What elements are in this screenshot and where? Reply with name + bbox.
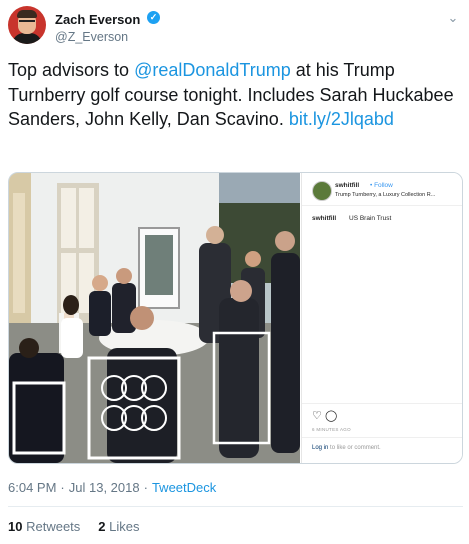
follow-button[interactable]: • Follow (370, 182, 393, 189)
chevron-down-icon[interactable]: ⌄ (445, 10, 461, 26)
tweet-date[interactable]: Jul 13, 2018 (69, 480, 140, 495)
instagram-panel: swhitfill • Follow Trump Turnberry, a Lu… (301, 173, 462, 463)
verified-badge-icon: ✓ (147, 11, 160, 24)
likes-stat[interactable]: 2 Likes (98, 519, 139, 534)
avatar-hair (17, 10, 37, 18)
source-link[interactable]: TweetDeck (152, 480, 216, 495)
caption-text: US Brain Trust (349, 215, 392, 222)
avatar-body (12, 33, 42, 44)
tweet-header: Zach Everson ✓ @Z_Everson ⌄ (8, 6, 463, 50)
comment-icon[interactable]: ◯ (325, 409, 337, 422)
tweet-text-part1: Top advisors to (8, 60, 135, 80)
embedded-instagram-card[interactable]: swhitfill • Follow Trump Turnberry, a Lu… (8, 172, 463, 464)
tweet-meta: 6:04 PM · Jul 13, 2018 · TweetDeck (8, 480, 216, 495)
post-time: 6 MINUTES AGO (312, 427, 351, 432)
group-photo[interactable] (9, 173, 300, 463)
likes-label: Likes (109, 519, 140, 534)
author-name[interactable]: Zach Everson (55, 12, 140, 27)
instagram-location[interactable]: Trump Turnberry, a Luxury Collection R..… (335, 192, 435, 198)
divider (302, 205, 462, 206)
photo-illustration (9, 173, 300, 463)
instagram-username[interactable]: swhitfill (335, 182, 359, 189)
heart-icon[interactable]: ♡ (312, 409, 322, 422)
shortened-link[interactable]: bit.ly/2Jlqabd (289, 109, 394, 129)
tweet-stats: 10 Retweets 2 Likes (8, 519, 140, 534)
retweets-label: Retweets (26, 519, 81, 534)
login-link[interactable]: Log in (312, 445, 328, 451)
separator-dot: · (143, 480, 148, 495)
instagram-avatar[interactable] (312, 181, 332, 201)
author-handle[interactable]: @Z_Everson (55, 30, 128, 44)
separator-dot: · (60, 480, 65, 495)
login-rest: to like or comment. (328, 445, 381, 451)
divider (302, 403, 462, 404)
mention-link[interactable]: @realDonaldTrump (134, 60, 291, 80)
retweets-count: 10 (8, 519, 23, 534)
retweets-stat[interactable]: 10 Retweets (8, 519, 80, 534)
stats-divider (8, 506, 463, 507)
avatar-glasses (19, 20, 35, 25)
likes-count: 2 (98, 519, 106, 534)
avatar[interactable] (8, 6, 46, 44)
login-prompt: Log in to like or comment. (312, 445, 381, 451)
divider (302, 437, 462, 438)
caption-username[interactable]: swhitfill (312, 215, 336, 222)
tweet-text: Top advisors to @realDonaldTrump at his … (8, 58, 463, 132)
tweet-time[interactable]: 6:04 PM (8, 480, 56, 495)
